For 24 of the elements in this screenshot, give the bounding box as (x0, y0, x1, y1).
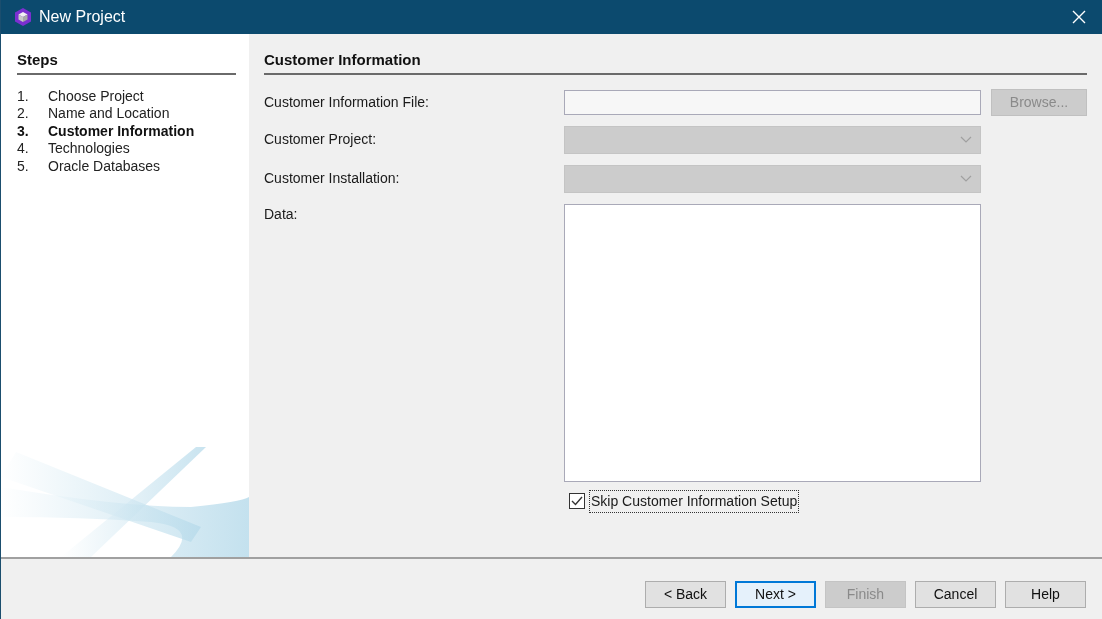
field-label: Customer Project: (264, 130, 378, 149)
field-label: Customer Installation: (264, 169, 401, 188)
checkbox-label[interactable]: Skip Customer Information Setup (589, 489, 800, 513)
panel-heading: Customer Information (264, 49, 1087, 75)
steps-heading: Steps (17, 49, 236, 75)
step-item: 2. Name and Location (17, 105, 171, 123)
window-title: New Project (39, 7, 126, 27)
dialog-button[interactable]: < Back (645, 580, 726, 608)
file-input-field[interactable] (564, 89, 981, 115)
chevron-down-icon (960, 175, 972, 182)
field-label: Customer Information File: (264, 92, 430, 112)
step-item: 1. Choose Project (17, 87, 145, 105)
dialog-button[interactable]: Next > (735, 580, 816, 608)
cube-icon (13, 7, 33, 27)
close-icon[interactable] (1072, 10, 1086, 24)
dialog-button[interactable]: Cancel (915, 580, 996, 608)
step-item: 4. Technologies (17, 140, 131, 158)
checkmark-icon (571, 496, 583, 506)
checkbox[interactable] (569, 493, 585, 509)
step-item: 3. Customer Information (17, 122, 196, 140)
dialog-button[interactable]: Help (1005, 580, 1086, 608)
chevron-down-icon (960, 136, 972, 143)
step-item: 5. Oracle Databases (17, 157, 162, 175)
field-label: Data: (264, 204, 299, 224)
